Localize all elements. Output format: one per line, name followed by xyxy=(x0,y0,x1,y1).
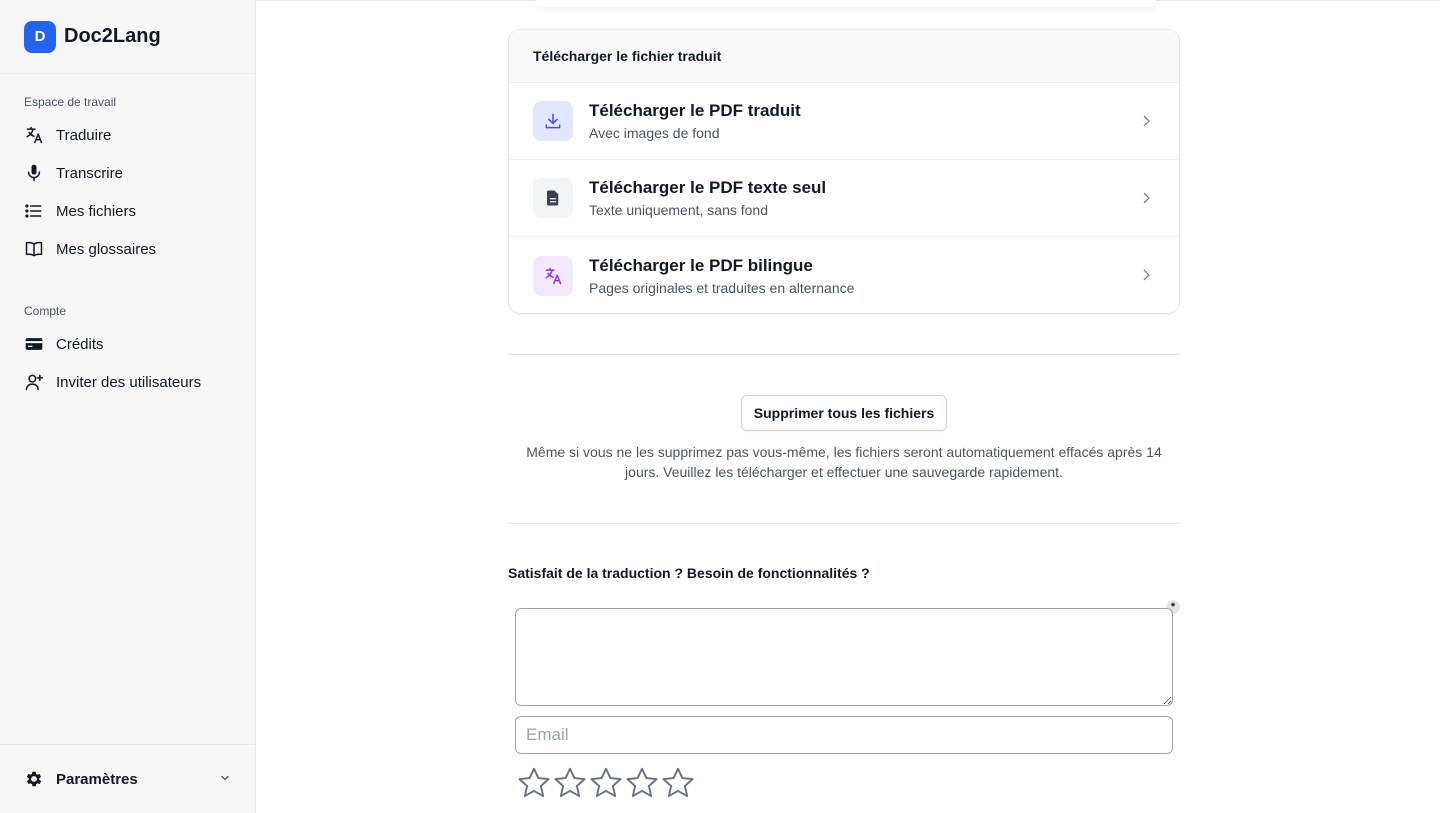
sidebar-item-credits[interactable]: Crédits xyxy=(0,325,255,363)
download-translated-pdf[interactable]: Télécharger le PDF traduit Avec images d… xyxy=(509,83,1179,160)
star-icon[interactable] xyxy=(516,765,552,801)
settings-label: Paramètres xyxy=(56,770,138,788)
chevron-right-icon xyxy=(1139,267,1153,288)
download-item-subtitle: Texte uniquement, sans fond xyxy=(589,202,769,218)
delete-all-files-button[interactable]: Supprimer tous les fichiers xyxy=(741,395,947,431)
feedback-title: Satisfait de la traduction ? Besoin de f… xyxy=(508,565,870,581)
gear-icon xyxy=(24,769,44,789)
brand[interactable]: D Doc2Lang xyxy=(0,0,255,74)
sidebar-item-transcrire[interactable]: Transcrire xyxy=(0,154,255,192)
list-icon xyxy=(24,201,44,221)
download-bilingual-pdf[interactable]: Télécharger le PDF bilingue Pages origin… xyxy=(509,237,1179,313)
download-card-title: Télécharger le fichier traduit xyxy=(509,30,1179,83)
credit-card-icon xyxy=(24,334,44,354)
star-icon[interactable] xyxy=(660,765,696,801)
chevron-right-icon xyxy=(1139,190,1153,211)
section-label-account: Compte xyxy=(24,304,67,318)
divider xyxy=(508,354,1180,355)
settings-menu[interactable]: Paramètres xyxy=(0,744,255,813)
sidebar-item-label: Traduire xyxy=(56,126,112,144)
email-field[interactable] xyxy=(515,716,1173,754)
chevron-right-icon xyxy=(1139,113,1153,134)
sidebar-item-label: Mes glossaires xyxy=(56,240,157,258)
user-plus-icon xyxy=(24,372,44,392)
sidebar-item-traduire[interactable]: Traduire xyxy=(0,116,255,154)
translate-icon xyxy=(533,255,573,296)
sidebar-item-mes-fichiers[interactable]: Mes fichiers xyxy=(0,192,255,230)
sidebar-item-inviter[interactable]: Inviter des utilisateurs xyxy=(0,363,255,401)
download-item-title: Télécharger le PDF bilingue xyxy=(589,255,813,275)
sidebar-item-mes-glossaires[interactable]: Mes glossaires xyxy=(0,230,255,268)
star-rating xyxy=(516,765,696,801)
translate-icon xyxy=(24,125,44,145)
document-icon xyxy=(533,178,573,218)
microphone-icon xyxy=(24,163,44,183)
sidebar: D Doc2Lang Espace de travail Traduire Tr… xyxy=(0,0,256,813)
download-text-only-pdf[interactable]: Télécharger le PDF texte seul Texte uniq… xyxy=(509,160,1179,237)
star-icon[interactable] xyxy=(624,765,660,801)
download-item-title: Télécharger le PDF texte seul xyxy=(589,178,827,197)
section-label-workspace: Espace de travail xyxy=(24,95,117,109)
download-icon xyxy=(533,101,573,141)
brand-name: Doc2Lang xyxy=(64,25,161,47)
feedback-textarea[interactable] xyxy=(515,608,1173,706)
download-item-subtitle: Avec images de fond xyxy=(589,125,720,141)
download-item-title: Télécharger le PDF traduit xyxy=(589,101,801,120)
brand-logo: D xyxy=(24,20,56,53)
sidebar-item-label: Transcrire xyxy=(56,164,123,182)
star-icon[interactable] xyxy=(588,765,624,801)
sidebar-item-label: Mes fichiers xyxy=(56,202,137,220)
previous-card-edge xyxy=(536,0,1156,7)
download-card: Télécharger le fichier traduit Télécharg… xyxy=(508,29,1180,314)
sidebar-item-label: Crédits xyxy=(56,335,104,353)
book-icon xyxy=(24,239,44,259)
divider xyxy=(508,523,1180,524)
chevron-down-icon xyxy=(219,771,231,789)
main-content: Télécharger le fichier traduit Télécharg… xyxy=(256,0,1440,813)
star-icon[interactable] xyxy=(552,765,588,801)
sidebar-item-label: Inviter des utilisateurs xyxy=(56,373,202,391)
auto-delete-notice: Même si vous ne les supprimez pas vous-m… xyxy=(526,444,1162,480)
download-item-subtitle: Pages originales et traduites en alterna… xyxy=(589,279,855,296)
